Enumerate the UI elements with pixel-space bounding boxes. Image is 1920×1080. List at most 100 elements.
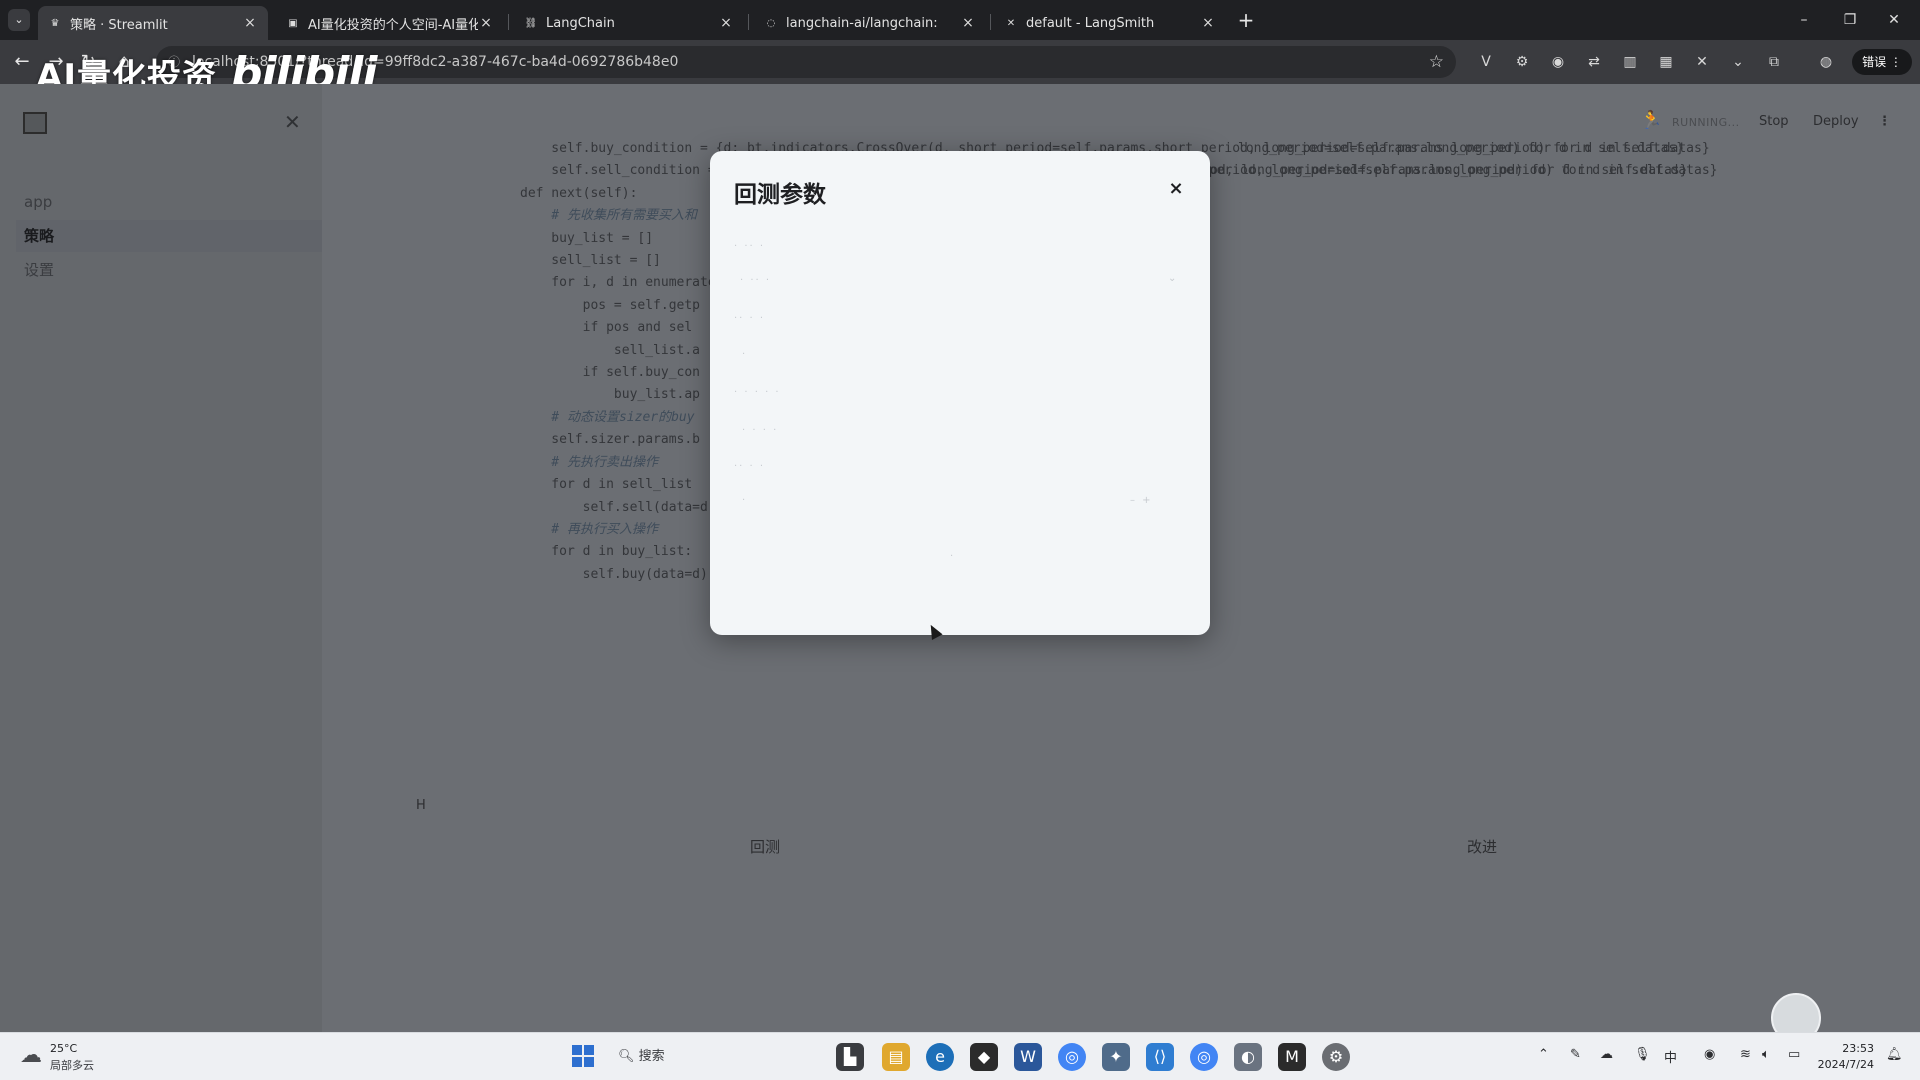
tab-langchain[interactable]: ⛓ LangChain × — [514, 6, 744, 40]
bilibili-tv-icon: ▣ — [288, 17, 298, 29]
select-field[interactable]: · ·· · ⌄ — [730, 269, 1190, 299]
microphone-icon[interactable]: 🎙︎ — [1634, 1047, 1651, 1062]
dialog-title: 回测参数 — [734, 182, 826, 208]
close-icon[interactable]: × — [960, 15, 976, 31]
extension-icon[interactable]: ⚙ — [1512, 52, 1532, 72]
taskbar-search[interactable]: 🔍︎ 搜索 — [618, 1045, 665, 1069]
clock-date[interactable]: 2024/7/24 — [1814, 1058, 1874, 1071]
restore-button[interactable]: ❐ — [1830, 8, 1870, 32]
markdown-app-icon[interactable]: M — [1278, 1043, 1306, 1071]
loading-spinner-icon: ◌ — [766, 17, 776, 29]
close-icon[interactable]: × — [718, 15, 734, 31]
close-sidebar-icon[interactable]: ✕ — [284, 110, 301, 134]
sidebar-item-strategy[interactable]: 策略 — [16, 220, 322, 252]
tray-app-icon[interactable]: ✎ — [1570, 1047, 1581, 1062]
main-menu-icon[interactable]: ⋮ — [1878, 114, 1891, 129]
code-line-overflow: od, long_period=self.params.long_period)… — [1210, 163, 1688, 178]
onedrive-cloud-icon[interactable]: ☁ — [1600, 1047, 1613, 1062]
stop-button[interactable]: Stop — [1759, 114, 1789, 129]
edge-icon[interactable]: e — [926, 1043, 954, 1071]
backtest-button[interactable]: 回测 — [750, 836, 780, 857]
profile-error-label: 错误 — [1862, 55, 1887, 69]
extension-icon[interactable]: ◉ — [1548, 52, 1568, 72]
field-label-placeholder: · ·· · — [734, 241, 766, 252]
window-close-button[interactable]: ✕ — [1874, 8, 1914, 32]
close-icon[interactable]: × — [242, 15, 258, 31]
code-line-overflow: long_period=self.params.long_period) for… — [1238, 141, 1685, 156]
field-value-placeholder: · — [742, 349, 748, 360]
translate-extension-icon[interactable]: ⇄ — [1584, 52, 1604, 72]
settings-gear-icon[interactable]: ⚙ — [1322, 1043, 1350, 1071]
chrome-icon[interactable]: ◎ — [1058, 1043, 1086, 1071]
windows-start-icon[interactable] — [572, 1045, 594, 1067]
app-icon[interactable]: ◐ — [1234, 1043, 1262, 1071]
backtest-params-dialog: 回测参数 × · ·· · · ·· · ⌄ ·· · · · · · · · … — [710, 151, 1210, 635]
vue-extension-icon[interactable]: V — [1476, 52, 1496, 72]
clock-time[interactable]: 23:53 — [1814, 1042, 1874, 1055]
bookmark-star-icon[interactable]: ☆ — [1429, 46, 1444, 78]
chevron-down-icon: ⌄ — [1168, 273, 1179, 284]
close-icon[interactable]: × — [478, 15, 494, 31]
tab-streamlit[interactable]: ♛ 策略 · Streamlit × — [38, 6, 268, 40]
back-button[interactable]: ← — [10, 50, 34, 74]
improve-button[interactable]: 改进 — [1467, 836, 1497, 857]
field-value-placeholder: · · · · — [742, 425, 779, 436]
tray-app-icon[interactable]: ◉ — [1704, 1047, 1715, 1062]
langchain-icon: ⛓ — [524, 17, 538, 29]
extension-icon[interactable]: ✕ — [1692, 52, 1712, 72]
search-label: 搜索 — [638, 1049, 665, 1064]
field-label-placeholder: ·· · · — [734, 313, 766, 324]
app-icon[interactable]: ✦ — [1102, 1043, 1130, 1071]
langsmith-icon: ✕ — [1006, 17, 1016, 29]
sidebar-item-app[interactable]: app — [16, 186, 322, 218]
extension-icon[interactable]: ▥ — [1620, 52, 1640, 72]
vscode-icon[interactable]: ⟨⟩ — [1146, 1043, 1174, 1071]
github-cat-icon[interactable]: ◆ — [970, 1043, 998, 1071]
close-icon[interactable]: × — [1200, 15, 1216, 31]
tab-langsmith[interactable]: ✕ default - LangSmith × — [994, 6, 1226, 40]
deploy-button[interactable]: Deploy — [1813, 114, 1859, 129]
tab-github[interactable]: ◌ langchain-ai/langchain: × — [754, 6, 986, 40]
sidebar-item-settings[interactable]: 设置 — [16, 254, 322, 286]
ime-indicator[interactable]: 中 — [1664, 1047, 1677, 1066]
file-explorer-icon[interactable]: ▤ — [882, 1043, 910, 1071]
profile-avatar[interactable]: ◍ — [1816, 52, 1836, 72]
weather-desc: 局部多云 — [50, 1059, 94, 1072]
field-value-placeholder: · — [742, 495, 748, 506]
sidebar: ✕ app 策略 设置 — [0, 84, 322, 1032]
section-label: H — [416, 798, 426, 813]
profile-error-badge[interactable]: 错误 ⋮ — [1852, 49, 1912, 75]
tab-divider — [508, 14, 509, 30]
select-value-placeholder: · ·· · — [740, 275, 772, 286]
minimize-button[interactable]: – — [1784, 8, 1824, 32]
weather-cloud-icon[interactable]: ☁ — [20, 1043, 42, 1068]
word-icon[interactable]: W — [1014, 1043, 1042, 1071]
submit-placeholder[interactable]: · — [950, 551, 955, 562]
task-view-icon[interactable]: ▙ — [836, 1043, 864, 1071]
stepper-placeholder[interactable]: – + — [1130, 495, 1153, 506]
running-status: RUNNING... — [1672, 116, 1740, 129]
tab-divider — [748, 14, 749, 30]
extensions-puzzle-icon[interactable]: ⧉ — [1764, 52, 1784, 72]
tab-title: 策略 · Streamlit — [70, 17, 168, 33]
tab-title: AI量化投资的个人空间-AI量化 — [308, 17, 478, 33]
extension-icon[interactable]: ▦ — [1656, 52, 1676, 72]
volume-icon[interactable]: 🔈︎ — [1762, 1047, 1770, 1062]
streamlit-crown-icon: ♛ — [50, 17, 60, 29]
chrome-icon[interactable]: ◎ — [1190, 1043, 1218, 1071]
taskbar: ☁ 25°C 局部多云 🔍︎ 搜索 ▙ ▤ e ◆ W ◎ ✦ ⟨⟩ ◎ ◐ M… — [0, 1032, 1920, 1080]
extension-icon[interactable]: ⌄ — [1728, 52, 1748, 72]
chevron-up-icon[interactable]: ⌃ — [1538, 1047, 1549, 1062]
tab-bilibili[interactable]: ▣ AI量化投资的个人空间-AI量化 × — [276, 6, 504, 40]
battery-icon[interactable]: ▭ — [1788, 1047, 1800, 1062]
tab-title: langchain-ai/langchain: — [786, 15, 938, 31]
tab-title: default - LangSmith — [1026, 15, 1155, 31]
wifi-icon[interactable]: ≋ — [1740, 1047, 1751, 1062]
tab-search-dropdown-icon[interactable]: ⌄ — [8, 9, 30, 31]
close-icon[interactable]: × — [1162, 175, 1190, 203]
notification-bell-icon[interactable]: 🔔︎ — [1886, 1047, 1903, 1062]
app-logo-icon — [23, 112, 47, 134]
new-tab-button[interactable]: + — [1234, 8, 1258, 32]
field-label-placeholder: ·· · · — [734, 461, 766, 472]
tab-divider — [990, 14, 991, 30]
